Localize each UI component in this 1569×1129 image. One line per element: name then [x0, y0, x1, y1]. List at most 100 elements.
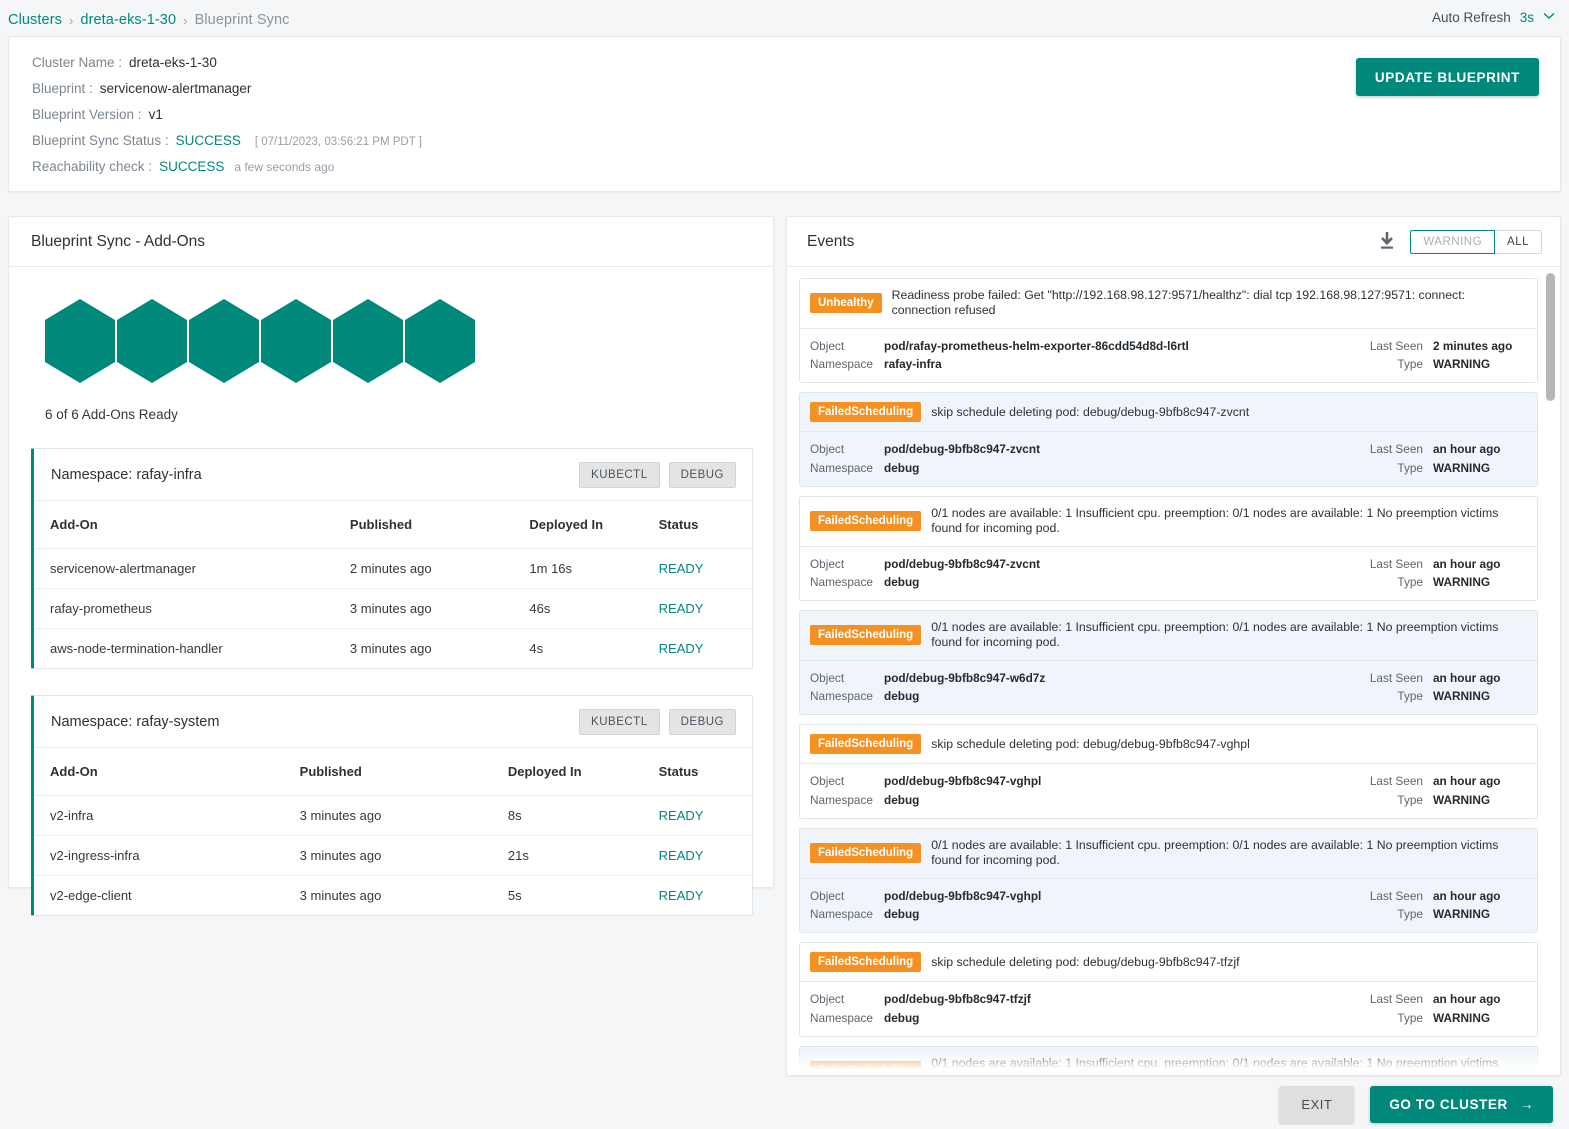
event-object-label: Object	[810, 338, 845, 353]
download-icon[interactable]	[1378, 232, 1396, 251]
summary-row-blueprint: Blueprint : servicenow-alertmanager	[32, 81, 422, 107]
published-cell: 3 minutes ago	[299, 795, 508, 836]
sync-status-badge: SUCCESS	[175, 133, 241, 148]
event-object-row: Object pod/debug-9bfb8c947-zvcnt	[810, 555, 1370, 573]
status-cell: READY	[658, 795, 752, 836]
event-object-value: pod/debug-9bfb8c947-zvcnt	[884, 556, 1040, 571]
addon-hexagon-icon	[333, 299, 403, 383]
event-type-label: Type	[1397, 906, 1423, 921]
event-namespace-row: Namespace debug	[810, 905, 1370, 923]
events-filter-toggle[interactable]: WARNING ALL	[1410, 229, 1542, 254]
sync-status-label: Blueprint Sync Status :	[32, 133, 169, 148]
table-column-header: Add-On	[34, 748, 300, 796]
event-card[interactable]: Unhealthy Readiness probe failed: Get "ht…	[799, 278, 1538, 384]
event-message: skip schedule deleting pod: debug/debug-…	[931, 736, 1250, 751]
filter-warning-button[interactable]: WARNING	[1410, 229, 1496, 254]
event-last-seen-row: Last Seen an hour ago	[1370, 440, 1525, 458]
event-last-seen-row: Last Seen an hour ago	[1370, 772, 1525, 790]
kubectl-button[interactable]: KUBECTL	[579, 461, 660, 488]
exit-button[interactable]: EXIT	[1279, 1086, 1355, 1123]
status-badge: READY	[658, 808, 704, 823]
event-type-label: Type	[1397, 792, 1423, 807]
event-last-seen-label: Last Seen	[1369, 992, 1423, 1007]
events-scrollbar-thumb[interactable]	[1546, 273, 1555, 401]
event-type-value: WARNING	[1433, 574, 1491, 589]
event-message: 0/1 nodes are available: 1 Insufficient …	[931, 620, 1499, 650]
status-badge: READY	[658, 848, 704, 863]
event-card-header: FailedScheduling skip schedule deleting p…	[800, 393, 1537, 433]
namespace-list: Namespace: rafay-infra KUBECTL DEBUG Add-On…	[9, 448, 773, 916]
events-panel: Events WARNING ALL Unhealthy Readiness pr…	[786, 216, 1561, 1076]
event-type-label: Type	[1397, 574, 1423, 589]
event-object-label: Object	[810, 888, 845, 903]
table-column-header: Deployed In	[507, 748, 659, 796]
event-card-details: Object pod/rafay-prometheus-helm-exporter…	[800, 328, 1537, 383]
namespace-header: Namespace: rafay-infra KUBECTL DEBUG	[34, 449, 752, 501]
kubectl-button[interactable]: KUBECTL	[579, 708, 660, 735]
event-reason-badge: Unhealthy	[810, 293, 882, 314]
addon-hexagon-icon	[261, 299, 331, 383]
event-card[interactable]: FailedScheduling skip schedule deleting p…	[799, 392, 1538, 487]
summary-row-blueprint-version: Blueprint Version : v1	[32, 107, 422, 133]
event-last-seen-value: an hour ago	[1433, 556, 1501, 571]
events-panel-title: Events	[807, 232, 855, 250]
addon-hexagon-icon	[117, 299, 187, 383]
event-type-label: Type	[1397, 689, 1423, 704]
status-cell: READY	[659, 876, 752, 916]
update-blueprint-button[interactable]: UPDATE BLUEPRINT	[1355, 58, 1539, 96]
event-last-seen-label: Last Seen	[1369, 774, 1423, 789]
breadcrumb-item-clusters[interactable]: Clusters	[8, 12, 62, 28]
event-last-seen-label: Last Seen	[1369, 556, 1423, 571]
events-scrollbar[interactable]	[1546, 273, 1555, 1069]
event-card[interactable]: FailedScheduling 0/1 nodes are available:…	[799, 1045, 1538, 1075]
event-card[interactable]: FailedScheduling skip schedule deleting p…	[799, 724, 1538, 819]
namespace-header: Namespace: rafay-system KUBECTL DEBUG	[34, 696, 752, 748]
page-footer: EXIT GO TO CLUSTER →	[0, 1080, 1569, 1129]
auto-refresh-label: Auto Refresh	[1431, 10, 1511, 25]
event-card[interactable]: FailedScheduling skip schedule deleting p…	[799, 942, 1538, 1037]
chevron-down-icon[interactable]	[1543, 12, 1555, 23]
addons-ready-text: 6 of 6 Add-Ons Ready	[45, 407, 178, 422]
event-object-label: Object	[810, 774, 845, 789]
event-object-row: Object pod/debug-9bfb8c947-tfzjf	[810, 990, 1370, 1008]
event-type-row: Type WARNING	[1370, 791, 1525, 809]
event-type-row: Type WARNING	[1370, 573, 1525, 591]
event-card[interactable]: FailedScheduling 0/1 nodes are available:…	[799, 610, 1538, 716]
event-card-header: FailedScheduling skip schedule deleting p…	[800, 725, 1537, 765]
event-object-row: Object pod/debug-9bfb8c947-vghpl	[810, 772, 1370, 790]
event-object-value: pod/debug-9bfb8c947-w6d7z	[884, 670, 1046, 685]
event-object-label: Object	[810, 670, 845, 685]
event-message: 0/1 nodes are available: 1 Insufficient …	[931, 505, 1499, 536]
event-object-row: Object pod/rafay-prometheus-helm-exporter…	[810, 337, 1370, 355]
published-cell: 3 minutes ago	[299, 835, 508, 876]
published-cell: 3 minutes ago	[299, 888, 382, 903]
auto-refresh-control[interactable]: Auto Refresh 3s	[1432, 10, 1555, 25]
event-last-seen-row: Last Seen an hour ago	[1370, 669, 1525, 687]
event-card[interactable]: FailedScheduling 0/1 nodes are available:…	[799, 495, 1538, 602]
debug-button[interactable]: DEBUG	[668, 461, 736, 488]
filter-all-button[interactable]: ALL	[1495, 229, 1542, 254]
breadcrumb-item-cluster[interactable]: dreta-eks-1-30	[80, 12, 176, 28]
event-type-row: Type WARNING	[1370, 355, 1525, 373]
deployed-in-cell: 46s	[529, 588, 659, 629]
event-card-header: FailedScheduling 0/1 nodes are available:…	[800, 828, 1537, 879]
event-type-label: Type	[1397, 357, 1423, 371]
addon-name-cell: v2-ingress-infra	[34, 835, 300, 876]
event-namespace-value: debug	[884, 906, 920, 921]
addon-name-cell: rafay-prometheus	[34, 588, 350, 629]
event-details-left: Object pod/debug-9bfb8c947-zvcnt Namespace…	[810, 440, 1370, 477]
event-details-left: Object pod/debug-9bfb8c947-zvcnt Namespace…	[810, 555, 1370, 592]
auto-refresh-value[interactable]: 3s	[1520, 10, 1534, 25]
breadcrumb-item-current: Blueprint Sync	[194, 12, 290, 28]
event-object-label: Object	[810, 992, 845, 1007]
event-card-details: Object pod/debug-9bfb8c947-vghpl Namespace…	[800, 764, 1537, 818]
debug-button[interactable]: DEBUG	[668, 708, 736, 735]
event-namespace-row: Namespace rafay-infra	[810, 355, 1370, 373]
event-card[interactable]: FailedScheduling 0/1 nodes are available:…	[799, 827, 1538, 934]
event-last-seen-label: Last Seen	[1369, 338, 1423, 353]
event-last-seen-row: Last Seen an hour ago	[1370, 887, 1525, 905]
go-to-cluster-button[interactable]: GO TO CLUSTER →	[1370, 1086, 1553, 1123]
event-card-header: Unhealthy Readiness probe failed: Get "ht…	[800, 279, 1537, 329]
event-details-left: Object pod/debug-9bfb8c947-vghpl Namespace…	[810, 772, 1370, 809]
addons-panel-title: Blueprint Sync - Add-Ons	[9, 217, 773, 267]
